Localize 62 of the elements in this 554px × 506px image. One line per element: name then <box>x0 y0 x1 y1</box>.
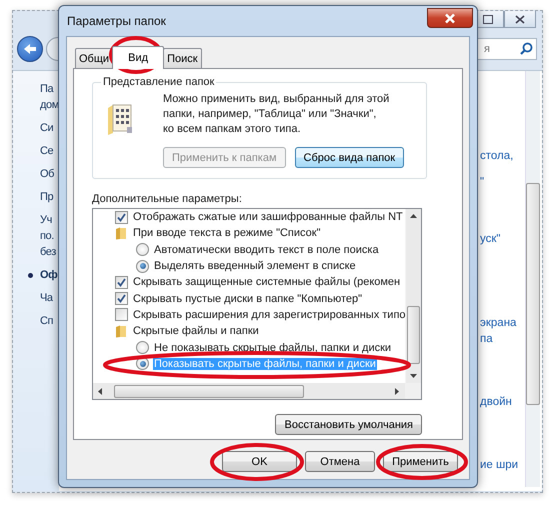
scroll-left-icon[interactable] <box>98 388 102 394</box>
maximize-icon <box>483 14 493 24</box>
close-icon <box>444 12 456 24</box>
folder-icon <box>115 226 128 240</box>
navigation-link[interactable]: Сп <box>40 313 59 329</box>
link-text[interactable]: стола, <box>480 150 514 162</box>
tab[interactable]: Общи <box>75 48 114 68</box>
search-field[interactable]: я <box>478 39 536 59</box>
scroll-down-icon[interactable] <box>410 374 417 378</box>
navigation-link[interactable]: Ча <box>40 290 59 306</box>
scrollbar-corner <box>405 383 421 399</box>
setting-label[interactable]: Скрывать защищенные системные файлы (рекомен <box>132 276 402 288</box>
setting-label[interactable]: Не показывать скрытые файлы, папки и диски <box>153 342 392 354</box>
close-button[interactable] <box>427 8 473 28</box>
close-icon <box>515 14 525 24</box>
checkbox[interactable] <box>115 276 128 289</box>
link-text[interactable]: двойн <box>480 396 512 408</box>
search-icon <box>520 42 533 55</box>
folder-icon <box>115 324 128 338</box>
setting-label[interactable]: Выделять введенный элемент в списке <box>153 260 357 272</box>
group-title: Представление папок <box>102 76 216 88</box>
setting-label[interactable]: Скрывать расширения для зарегистрированных типо <box>132 308 405 321</box>
navigation-link[interactable]: Уч по. без <box>40 212 59 260</box>
dialog-button[interactable]: Отмена <box>305 451 375 472</box>
link-text[interactable]: ие шри <box>480 459 518 471</box>
vertical-scrollbar[interactable] <box>525 71 540 487</box>
navigation-link[interactable]: Се <box>40 143 59 159</box>
setting-label[interactable]: Скрывать пустые диски в папке "Компьютер" <box>132 292 364 305</box>
radio-button[interactable] <box>136 341 149 354</box>
scroll-right-icon[interactable] <box>395 388 399 394</box>
horizontal-scrollbar[interactable] <box>93 383 421 399</box>
folder-view-button[interactable]: Сброс вида папок <box>294 147 404 168</box>
setting-label[interactable]: Скрытые файлы и папки <box>132 325 260 338</box>
tab[interactable]: Вид <box>112 46 164 69</box>
back-button[interactable] <box>17 36 43 62</box>
navigation-link[interactable]: Об <box>40 166 59 182</box>
link-text[interactable]: па <box>480 333 493 345</box>
close-button[interactable] <box>504 11 536 28</box>
checkbox[interactable] <box>115 210 128 224</box>
setting-label[interactable]: Отображать сжатые или зашифрованные файлы NT <box>132 211 404 224</box>
setting-label[interactable]: При вводе текста в режиме "Список" <box>132 227 322 240</box>
description-text: Можно применить вид, выбранный для этой папки, например, "Таблица" или "Значки", ко всем папкам этого типа. <box>163 92 390 137</box>
folder-grid-icon <box>107 104 133 136</box>
restore-defaults-button[interactable]: Восстановить умолчания <box>275 414 422 435</box>
navigation-link[interactable]: Си <box>40 120 59 136</box>
radio-button[interactable] <box>136 243 149 256</box>
dialog-button[interactable]: Применить <box>383 451 458 472</box>
setting-label[interactable]: Автоматически вводить текст в поле поиска <box>153 244 380 256</box>
window-title: Параметры папок <box>67 14 166 28</box>
tab[interactable]: Поиск <box>163 48 202 68</box>
section-label: Дополнительные параметры: <box>92 193 243 205</box>
navigation-link[interactable]: Оф <box>40 267 59 283</box>
link-text[interactable]: экрана <box>480 317 516 329</box>
scroll-up-icon[interactable] <box>410 214 417 218</box>
radio-button[interactable] <box>136 260 149 273</box>
navigation-link[interactable]: Пр <box>40 189 59 205</box>
checkbox[interactable] <box>115 292 128 306</box>
link-text[interactable]: уск" <box>480 233 500 245</box>
back-arrow-icon <box>23 43 37 55</box>
dialog-button[interactable]: OK <box>222 451 297 472</box>
checkbox[interactable] <box>115 308 128 322</box>
link-text[interactable]: " <box>480 176 484 188</box>
